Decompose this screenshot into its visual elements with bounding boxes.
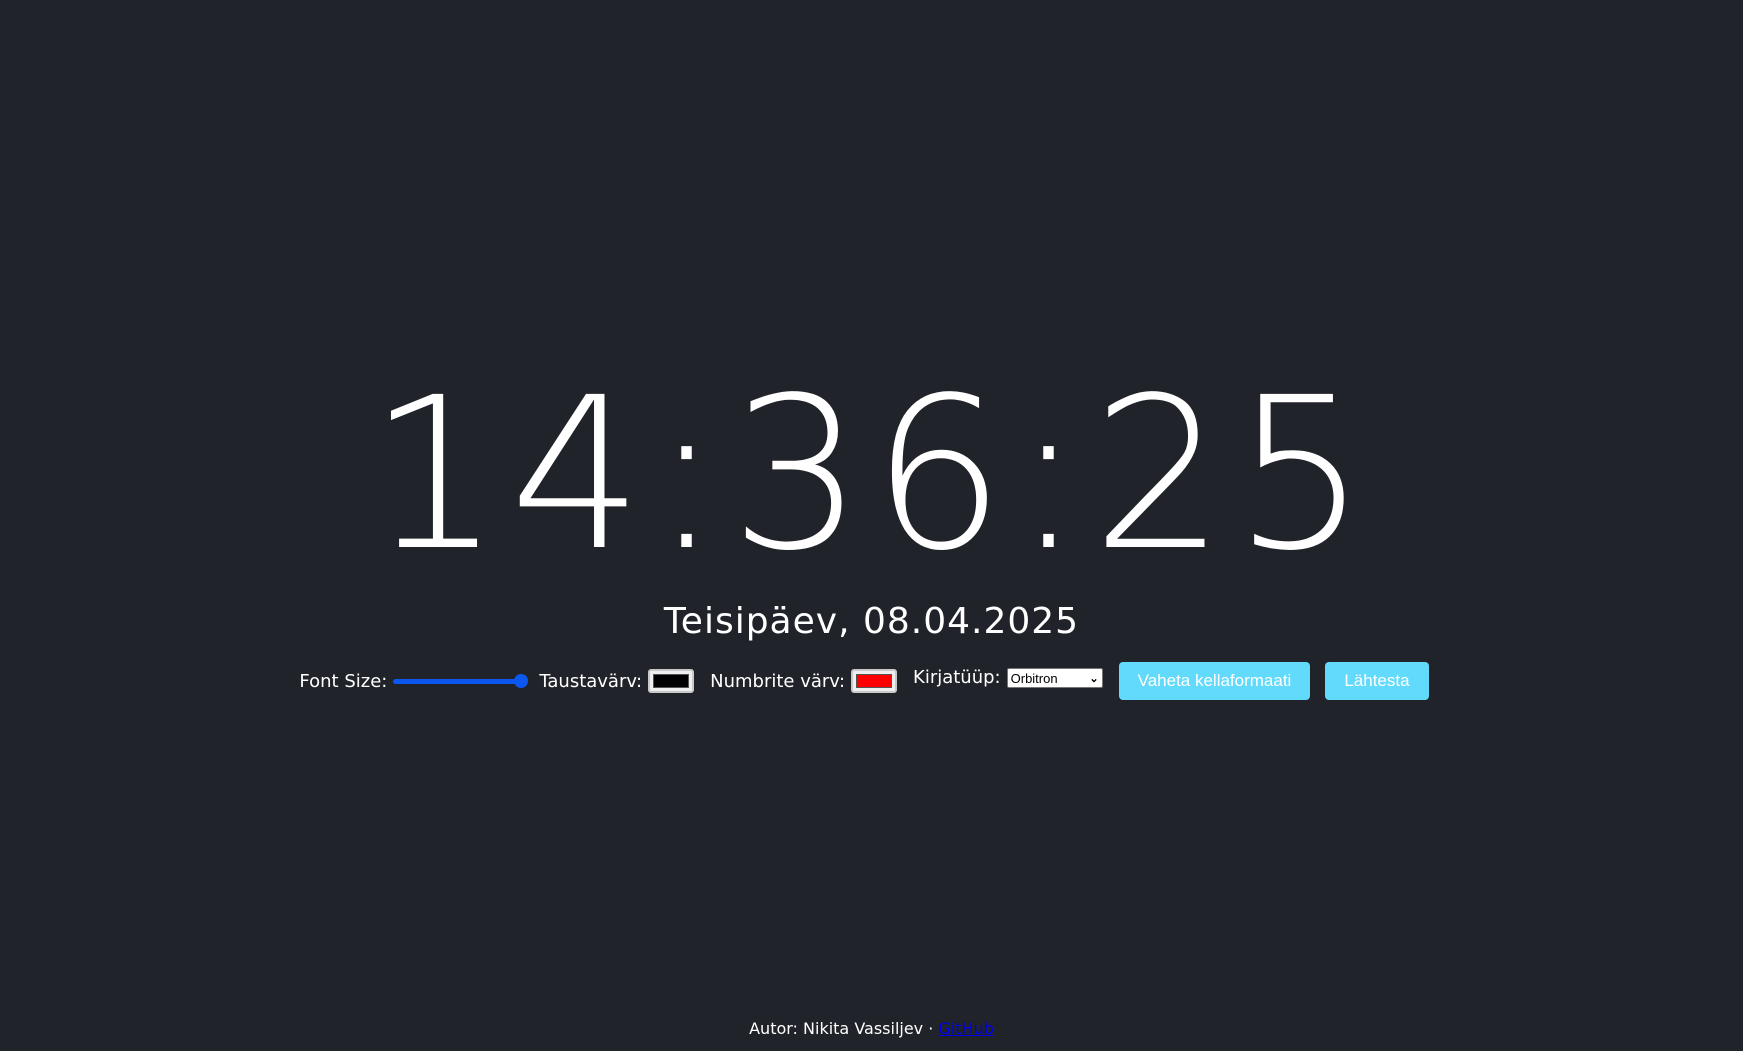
background-color-control: Taustavärv: — [539, 669, 695, 693]
toggle-format-button[interactable]: Vaheta kellaformaati — [1118, 662, 1311, 700]
font-size-label: Font Size: — [299, 670, 388, 692]
number-color-control: Numbrite värv: — [710, 669, 898, 693]
reset-button[interactable]: Lähtesta — [1325, 662, 1429, 700]
slider-thumb[interactable] — [514, 674, 529, 688]
font-select[interactable]: Orbitron ⌄ — [1006, 668, 1103, 688]
controls-bar: Font Size: Taustavärv: Numbrite värv: Ki… — [0, 662, 1743, 700]
number-color-picker[interactable] — [851, 669, 898, 693]
clock-date: Teisipäev, 08.04.2025 — [663, 601, 1080, 642]
font-size-slider[interactable] — [393, 673, 529, 689]
number-color-label: Numbrite värv: — [710, 670, 846, 692]
background-color-label: Taustavärv: — [539, 670, 643, 692]
font-control: Kirjatüüp: Orbitron ⌄ — [913, 667, 1103, 688]
number-color-swatch — [856, 674, 893, 688]
footer: Autor: Nikita Vassiljev · GitHub — [0, 1019, 1743, 1038]
footer-author: Autor: Nikita Vassiljev · — [749, 1019, 934, 1038]
font-size-control: Font Size: — [299, 670, 529, 692]
github-link[interactable]: GitHub — [938, 1019, 993, 1038]
slider-track — [393, 679, 522, 684]
clock-time: 14:36:25 — [367, 352, 1376, 597]
font-select-value: Orbitron — [1010, 670, 1058, 686]
background-color-swatch — [653, 674, 690, 688]
chevron-down-icon: ⌄ — [1089, 672, 1099, 685]
background-color-picker[interactable] — [648, 669, 695, 693]
font-label: Kirjatüüp: — [913, 666, 1001, 688]
clock-app: 14:36:25 Teisipäev, 08.04.2025 Font Size… — [0, 0, 1743, 1051]
